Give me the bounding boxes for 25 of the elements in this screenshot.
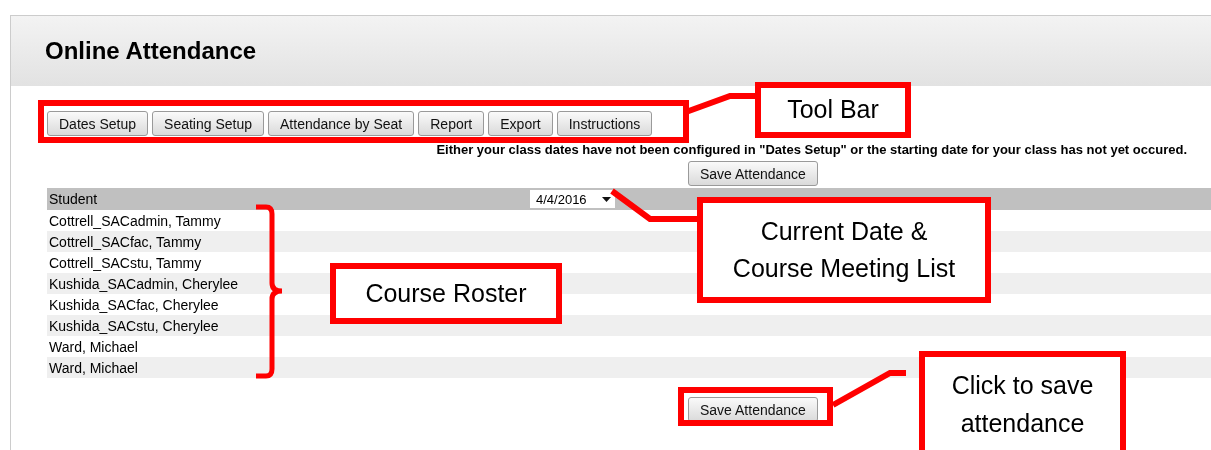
student-name: Kushida_SACadmin, Cherylee <box>48 275 239 292</box>
status-message: Either your class dates have not been configured in "Dates Setup" or the starting date for your class has not yet occured. <box>436 142 1187 157</box>
caret-icon <box>602 196 611 202</box>
toolbar-button[interactable]: Report <box>418 111 485 136</box>
toolbar-button[interactable]: Attendance by Seat <box>268 111 415 136</box>
callout-label: Click to save attendance <box>919 351 1126 450</box>
toolbar-button[interactable]: Dates Setup <box>47 111 149 136</box>
toolbar-button[interactable]: Seating Setup <box>152 111 265 136</box>
column-header: Student <box>49 191 98 207</box>
toolbar-button[interactable]: Export <box>488 111 553 136</box>
student-name: Ward, Michael <box>48 359 138 376</box>
callout-label: Current Date & Course Meeting List <box>697 197 991 303</box>
student-name: Cottrell_SACfac, Tammy <box>48 233 202 250</box>
save-attendance-button[interactable]: Save Attendance <box>688 397 818 422</box>
page-title: Online Attendance <box>45 37 257 65</box>
toolbar-button[interactable]: Instructions <box>556 111 653 136</box>
student-name: Kushida_SACstu, Cherylee <box>48 317 219 334</box>
student-name: Cottrell_SACadmin, Tammy <box>48 212 221 229</box>
student-name: Ward, Michael <box>48 338 138 355</box>
callout-label: Tool Bar <box>755 82 911 138</box>
student-name: Cottrell_SACstu, Tammy <box>48 254 202 271</box>
student-name: Kushida_SACfac, Cherylee <box>48 296 219 313</box>
save-attendance-button[interactable]: Save Attendance <box>688 161 818 186</box>
callout-label: Course Roster <box>330 263 562 324</box>
date-dropdown[interactable]: 4/4/2016 <box>530 190 615 208</box>
